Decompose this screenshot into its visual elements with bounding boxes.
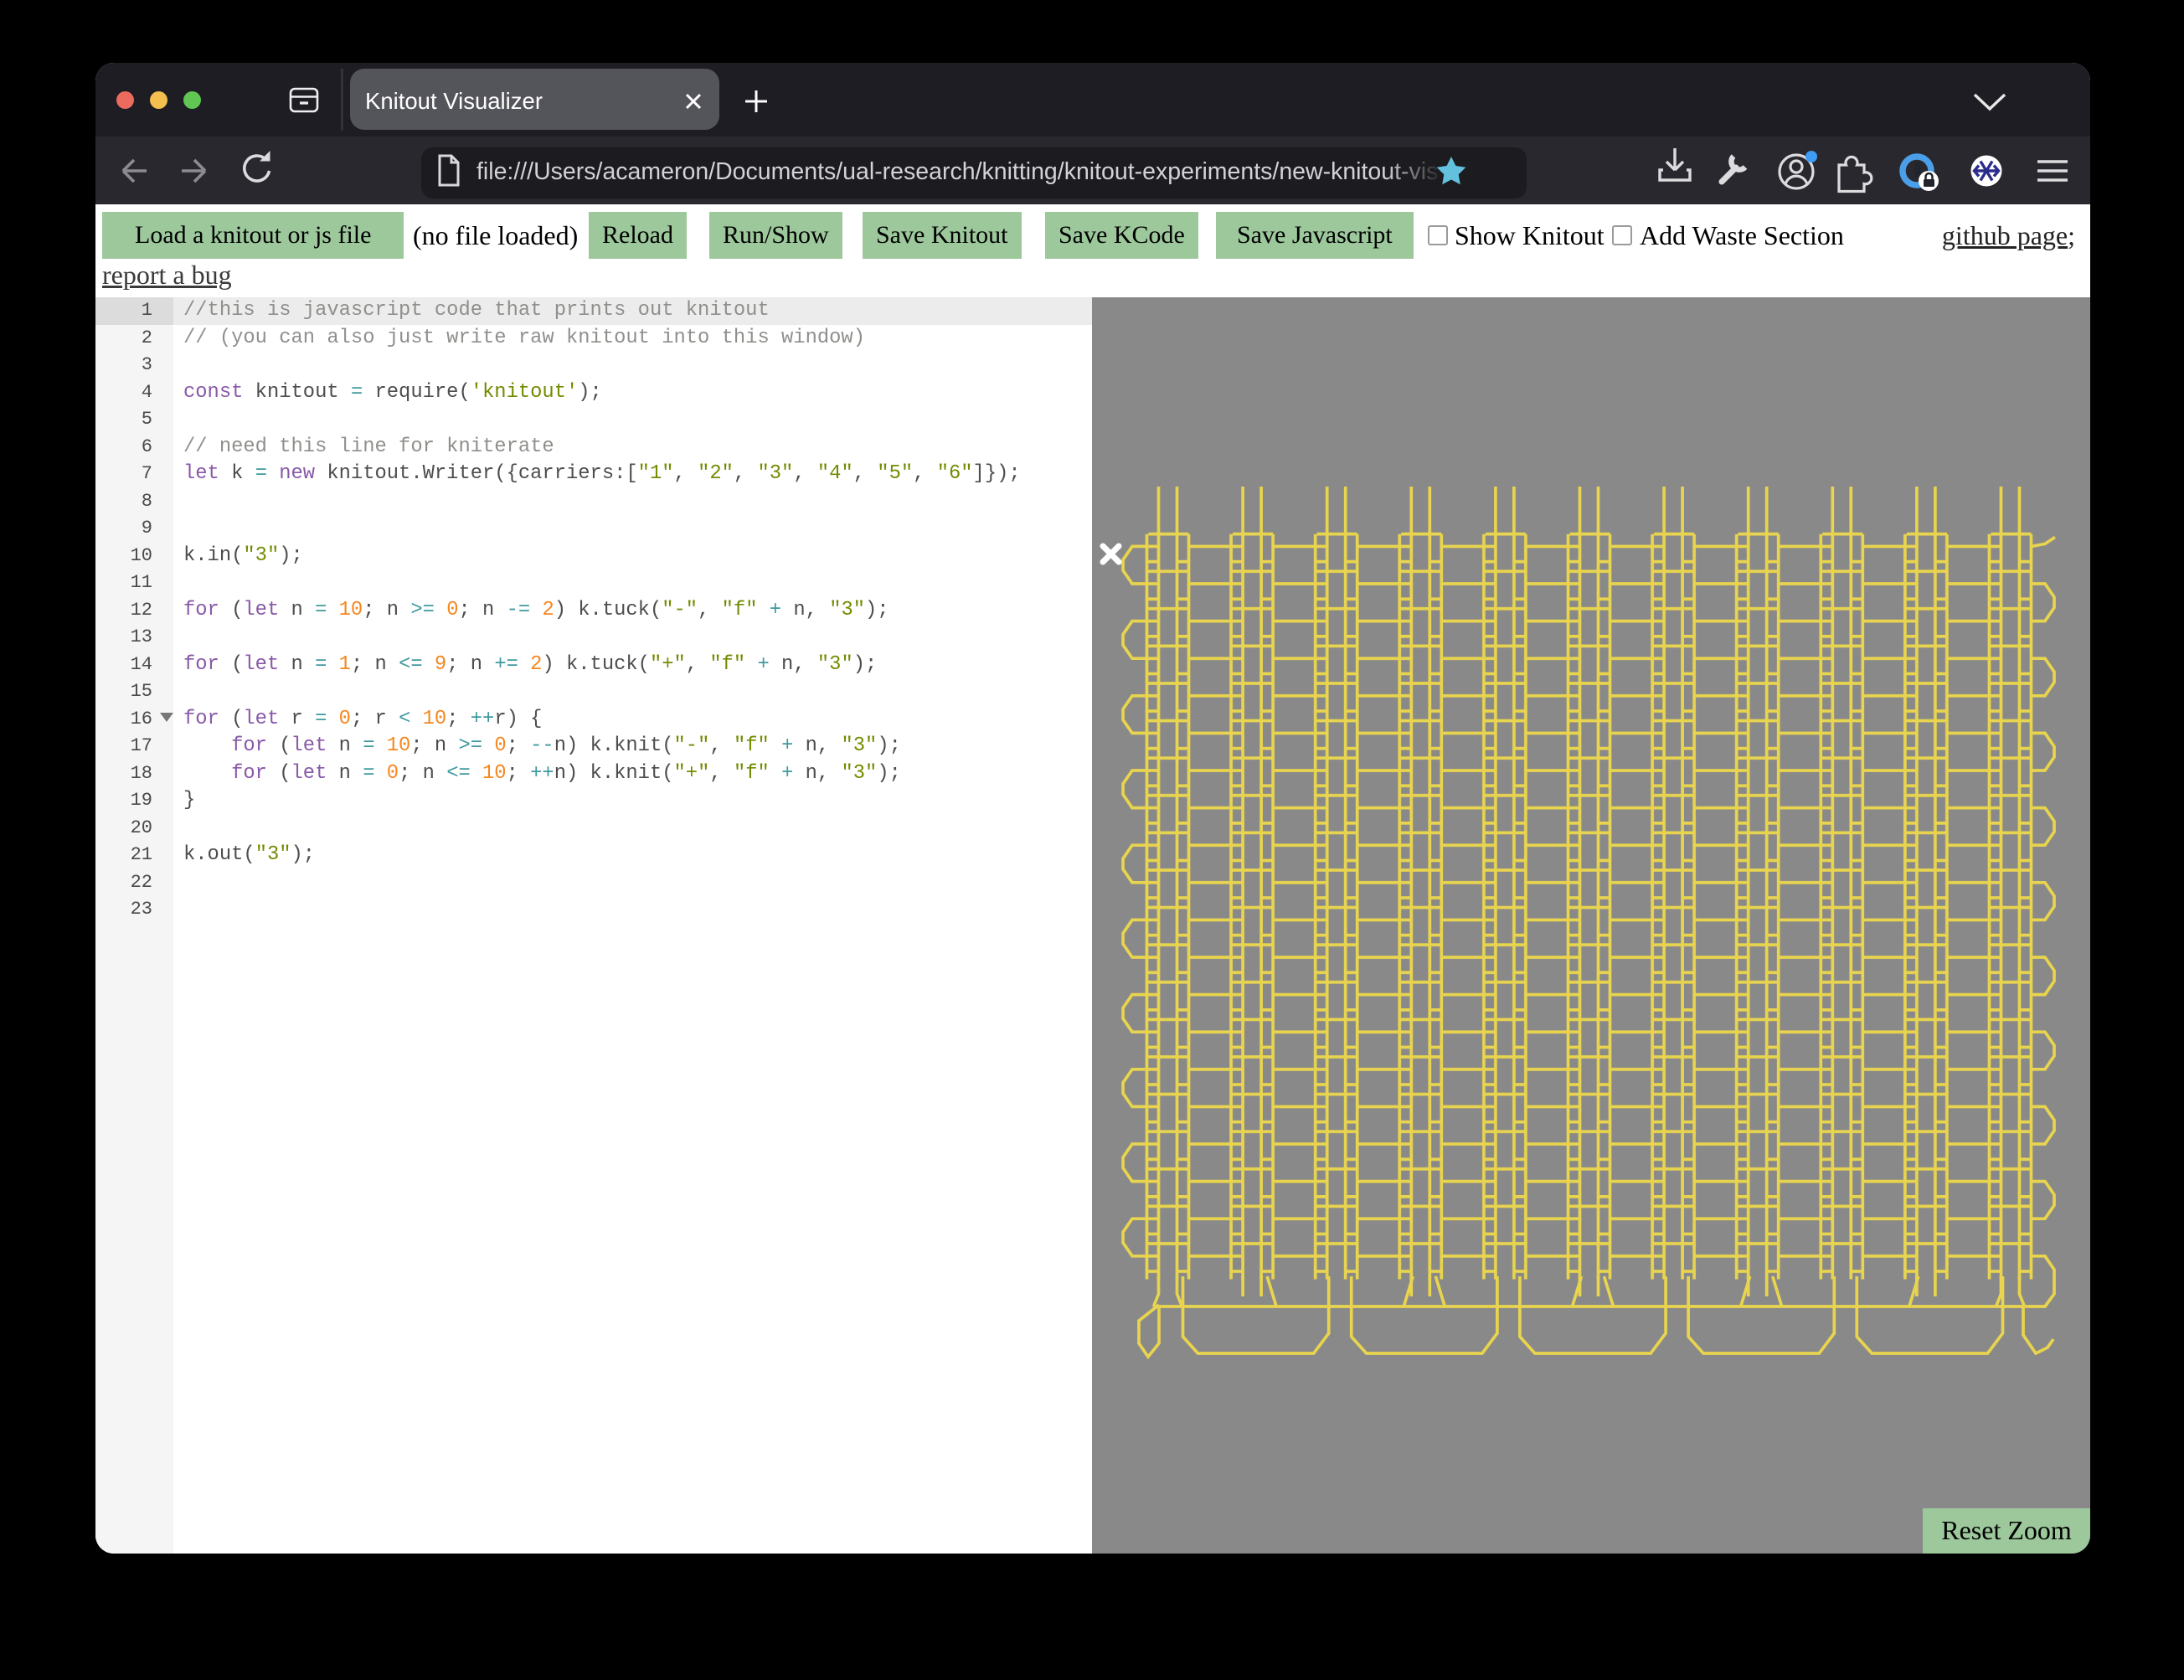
svg-text:file:///Users/acameron/Documen: file:///Users/acameron/Documents/ual-res… — [476, 158, 1438, 185]
svg-text:Knitout Visualizer: Knitout Visualizer — [365, 88, 543, 114]
